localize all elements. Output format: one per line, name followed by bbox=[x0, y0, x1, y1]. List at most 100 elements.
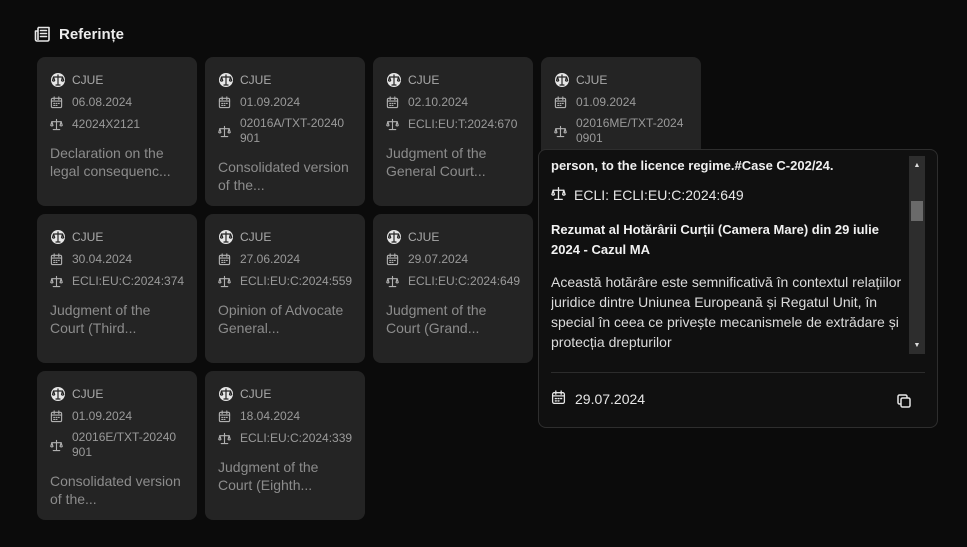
court-emblem-icon bbox=[554, 72, 576, 88]
card-date-row: 06.08.2024 bbox=[50, 91, 197, 113]
calendar-icon bbox=[50, 252, 72, 266]
card-reference: ECLI:EU:C:2024:339 bbox=[240, 431, 353, 445]
scale-icon bbox=[218, 275, 240, 288]
scale-icon bbox=[386, 275, 408, 288]
popover-text-line: person, to the licence regime.#Case C-20… bbox=[551, 158, 834, 173]
card-ref-row: ECLI:EU:C:2024:559 bbox=[218, 270, 365, 292]
reference-card[interactable]: CJUE 01.09.2024 02016E/TXT-20240901 Consol… bbox=[37, 371, 197, 520]
court-emblem-icon bbox=[50, 229, 72, 245]
card-date-row: 30.04.2024 bbox=[50, 248, 197, 270]
page-title: Referințe bbox=[59, 25, 125, 43]
card-reference: ECLI:EU:C:2024:649 bbox=[408, 274, 521, 288]
card-source: CJUE bbox=[72, 230, 104, 244]
scale-icon bbox=[50, 275, 72, 288]
reference-card[interactable]: CJUE 18.04.2024 ECLI:EU:C:2024:339 Judgmen… bbox=[205, 371, 365, 520]
card-source: CJUE bbox=[240, 73, 272, 87]
reference-card[interactable]: CJUE 01.09.2024 02016A/TXT-20240901 Consol… bbox=[205, 57, 365, 206]
card-date: 01.09.2024 bbox=[576, 95, 637, 109]
card-date: 06.08.2024 bbox=[72, 95, 133, 109]
court-emblem-icon bbox=[218, 386, 240, 402]
card-source-row: CJUE bbox=[554, 69, 701, 91]
calendar-icon bbox=[551, 390, 566, 408]
reference-card[interactable]: CJUE 27.06.2024 ECLI:EU:C:2024:559 Opinion… bbox=[205, 214, 365, 363]
scale-icon bbox=[50, 439, 72, 452]
calendar-icon bbox=[554, 95, 576, 109]
card-ref-row: ECLI:EU:T:2024:670 bbox=[386, 113, 533, 135]
card-ref-row: ECLI:EU:C:2024:649 bbox=[386, 270, 533, 292]
card-date: 01.09.2024 bbox=[72, 409, 133, 423]
calendar-icon bbox=[50, 95, 72, 109]
card-source: CJUE bbox=[72, 387, 104, 401]
card-date-row: 02.10.2024 bbox=[386, 91, 533, 113]
card-source-row: CJUE bbox=[386, 69, 533, 91]
scale-icon bbox=[551, 186, 566, 204]
card-date: 02.10.2024 bbox=[408, 95, 469, 109]
popover-footer: 29.07.2024 bbox=[551, 390, 645, 408]
card-ref-row: ECLI:EU:C:2024:339 bbox=[218, 427, 365, 449]
card-date: 01.09.2024 bbox=[240, 95, 301, 109]
card-source: CJUE bbox=[240, 387, 272, 401]
copy-icon bbox=[895, 394, 913, 414]
scrollbar-thumb[interactable] bbox=[911, 201, 923, 222]
references-header: Referințe bbox=[34, 25, 124, 43]
reference-card[interactable]: CJUE 06.08.2024 42024X2121 Declaration on … bbox=[37, 57, 197, 206]
card-date-row: 01.09.2024 bbox=[50, 405, 197, 427]
card-source-row: CJUE bbox=[50, 69, 197, 91]
reference-card[interactable]: CJUE 30.04.2024 ECLI:EU:C:2024:374 Judgmen… bbox=[37, 214, 197, 363]
scale-icon bbox=[386, 118, 408, 131]
card-date-row: 27.06.2024 bbox=[218, 248, 365, 270]
card-source: CJUE bbox=[576, 73, 608, 87]
calendar-icon bbox=[50, 409, 72, 423]
calendar-icon bbox=[218, 409, 240, 423]
card-title: Judgment of the Court (Third... bbox=[50, 302, 151, 336]
newspaper-icon bbox=[34, 25, 52, 43]
card-date: 18.04.2024 bbox=[240, 409, 301, 423]
court-emblem-icon bbox=[218, 229, 240, 245]
card-source-row: CJUE bbox=[50, 226, 197, 248]
popover-content[interactable]: person, to the licence regime.#Case C-20… bbox=[551, 156, 911, 354]
card-title: Declaration on the legal consequenc... bbox=[50, 145, 171, 179]
card-title: Judgment of the Court (Grand... bbox=[386, 302, 487, 336]
card-source: CJUE bbox=[240, 230, 272, 244]
popover-summary-heading: Rezumat al Hotărârii Curții (Camera Mare… bbox=[551, 222, 879, 257]
popover-date: 29.07.2024 bbox=[575, 391, 646, 407]
calendar-icon bbox=[386, 252, 408, 266]
card-ref-row: 02016E/TXT-20240901 bbox=[50, 427, 197, 463]
calendar-icon bbox=[386, 95, 408, 109]
scroll-down-icon[interactable]: ▼ bbox=[909, 338, 925, 352]
card-ref-row: ECLI:EU:C:2024:374 bbox=[50, 270, 197, 292]
popover-ecli: ECLI: ECLI:EU:C:2024:649 bbox=[551, 184, 911, 206]
card-date: 30.04.2024 bbox=[72, 252, 133, 266]
card-date-row: 01.09.2024 bbox=[218, 91, 365, 113]
card-source: CJUE bbox=[72, 73, 104, 87]
court-emblem-icon bbox=[50, 72, 72, 88]
card-title: Opinion of Advocate General... bbox=[218, 302, 344, 336]
court-emblem-icon bbox=[218, 72, 240, 88]
scroll-up-icon[interactable]: ▲ bbox=[909, 158, 925, 172]
card-source-row: CJUE bbox=[50, 383, 197, 405]
card-source-row: CJUE bbox=[386, 226, 533, 248]
card-ref-row: 42024X2121 bbox=[50, 113, 197, 135]
calendar-icon bbox=[218, 95, 240, 109]
reference-card[interactable]: CJUE 02.10.2024 ECLI:EU:T:2024:670 Judgmen… bbox=[373, 57, 533, 206]
card-reference: 02016ME/TXT-20240901 bbox=[576, 116, 684, 145]
scale-icon bbox=[218, 125, 240, 138]
card-date-row: 18.04.2024 bbox=[218, 405, 365, 427]
copy-button[interactable] bbox=[895, 392, 913, 410]
card-reference: 02016A/TXT-20240901 bbox=[240, 116, 345, 145]
popover-ecli-value: ECLI: ECLI:EU:C:2024:649 bbox=[574, 187, 744, 203]
card-source-row: CJUE bbox=[218, 69, 365, 91]
card-reference: ECLI:EU:T:2024:670 bbox=[408, 117, 518, 131]
popover-scrollbar[interactable]: ▲ ▼ bbox=[909, 156, 925, 354]
card-date: 27.06.2024 bbox=[240, 252, 301, 266]
card-date-row: 01.09.2024 bbox=[554, 91, 701, 113]
card-title: Consolidated version of the... bbox=[218, 159, 349, 193]
scale-icon bbox=[554, 125, 576, 138]
card-title: Judgment of the General Court... bbox=[386, 145, 487, 179]
court-emblem-icon bbox=[386, 72, 408, 88]
card-date-row: 29.07.2024 bbox=[386, 248, 533, 270]
reference-popover: person, to the licence regime.#Case C-20… bbox=[538, 149, 938, 428]
court-emblem-icon bbox=[386, 229, 408, 245]
scale-icon bbox=[50, 118, 72, 131]
reference-card[interactable]: CJUE 29.07.2024 ECLI:EU:C:2024:649 Judgmen… bbox=[373, 214, 533, 363]
